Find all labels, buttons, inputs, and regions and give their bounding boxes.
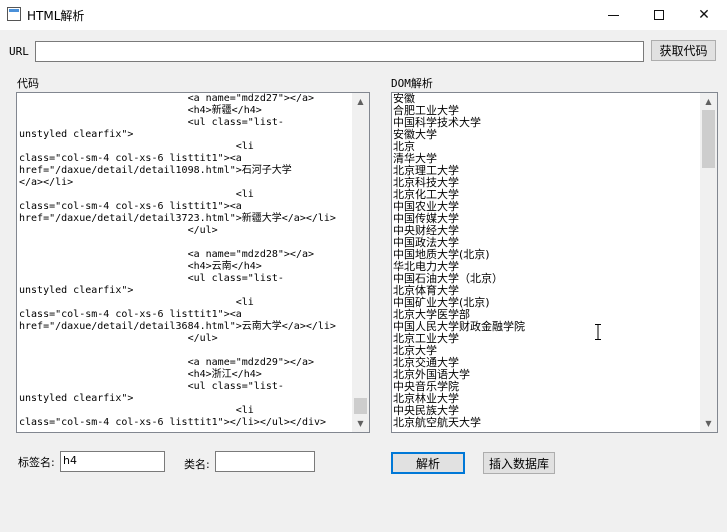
text-cursor-icon xyxy=(595,324,601,340)
class-label: 类名: xyxy=(184,458,210,471)
dom-label: DOM解析 xyxy=(391,77,433,90)
code-textarea[interactable]: <a name="mdzd27"></a> <h4>新疆</h4> <ul cl… xyxy=(16,92,370,433)
window-title: HTML解析 xyxy=(27,9,85,23)
title-bar: HTML解析 ✕ xyxy=(0,0,727,30)
class-input[interactable] xyxy=(215,451,315,472)
scroll-down-icon[interactable]: ▼ xyxy=(700,415,717,432)
code-scrollbar[interactable]: ▲ ▼ xyxy=(352,93,369,432)
dom-listbox[interactable]: 安徽 合肥工业大学 中国科学技术大学 安徽大学 北京 清华大学 北京理工大学 北… xyxy=(391,92,718,433)
maximize-icon xyxy=(654,10,664,20)
insert-database-button[interactable]: 插入数据库 xyxy=(483,452,555,474)
code-scroll-thumb[interactable] xyxy=(354,398,367,414)
scroll-up-icon[interactable]: ▲ xyxy=(700,93,717,110)
url-label: URL xyxy=(9,45,29,58)
code-content: <a name="mdzd27"></a> <h4>新疆</h4> <ul cl… xyxy=(19,93,336,428)
scroll-up-icon[interactable]: ▲ xyxy=(352,93,369,110)
minimize-button[interactable] xyxy=(590,0,636,30)
dom-scroll-thumb[interactable] xyxy=(702,110,715,168)
maximize-button[interactable] xyxy=(636,0,682,30)
url-input[interactable] xyxy=(35,41,644,62)
fetch-code-button[interactable]: 获取代码 xyxy=(651,40,716,61)
app-window-icon xyxy=(7,7,21,21)
close-icon: ✕ xyxy=(698,7,710,23)
minimize-icon xyxy=(607,14,619,16)
tag-label: 标签名: xyxy=(18,456,55,469)
close-button[interactable]: ✕ xyxy=(681,0,727,30)
parse-button[interactable]: 解析 xyxy=(391,452,465,474)
dom-scrollbar[interactable]: ▲ ▼ xyxy=(700,93,717,432)
tag-input[interactable]: h4 xyxy=(60,451,165,472)
scroll-down-icon[interactable]: ▼ xyxy=(352,415,369,432)
code-label: 代码 xyxy=(17,77,39,90)
dom-content: 安徽 合肥工业大学 中国科学技术大学 安徽大学 北京 清华大学 北京理工大学 北… xyxy=(393,92,525,429)
